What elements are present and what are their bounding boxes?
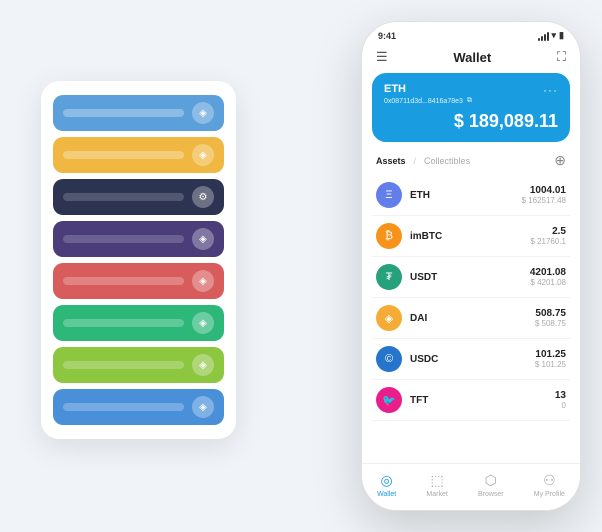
phone-mockup: 9:41 ▾ ▮ ☰ Wallet ⛶ ··· ETH 0x08711d3d..… bbox=[361, 21, 581, 511]
nav-browser[interactable]: ⬡ Browser bbox=[478, 472, 504, 498]
page-title: Wallet bbox=[453, 50, 491, 65]
profile-nav-icon: ⚇ bbox=[543, 472, 556, 489]
asset-name-usdt: USDT bbox=[410, 272, 530, 283]
wallet-nav-icon: ◎ bbox=[381, 472, 393, 489]
signal-icon bbox=[538, 31, 549, 41]
profile-nav-label: My Profile bbox=[534, 491, 565, 498]
status-bar: 9:41 ▾ ▮ bbox=[362, 22, 580, 45]
eth-card-balance: $ 189,089.11 bbox=[384, 111, 558, 132]
asset-amounts-usdt: 4201.08 $ 4201.08 bbox=[530, 267, 566, 287]
stack-card-icon-4: ◈ bbox=[192, 270, 214, 292]
stack-card-2[interactable]: ⚙ bbox=[53, 179, 224, 215]
asset-icon-usdt: ₮ bbox=[376, 264, 402, 290]
stack-card-1[interactable]: ◈ bbox=[53, 137, 224, 173]
asset-name-eth: ETH bbox=[410, 190, 522, 201]
asset-icon-usdc: © bbox=[376, 346, 402, 372]
card-stack: ◈ ◈ ⚙ ◈ ◈ ◈ ◈ ◈ bbox=[41, 81, 236, 439]
tab-collectibles[interactable]: Collectibles bbox=[424, 156, 470, 166]
status-icons: ▾ ▮ bbox=[538, 30, 564, 41]
nav-market[interactable]: ⬚ Market bbox=[426, 472, 447, 498]
asset-item-usdt[interactable]: ₮ USDT 4201.08 $ 4201.08 bbox=[372, 257, 570, 298]
tab-divider: / bbox=[414, 156, 417, 166]
browser-nav-label: Browser bbox=[478, 491, 504, 498]
asset-icon-tft: 🐦 bbox=[376, 387, 402, 413]
asset-amount-main: 2.5 bbox=[530, 226, 566, 237]
asset-name-tft: TFT bbox=[410, 395, 555, 406]
asset-amounts-imbtc: 2.5 $ 21760.1 bbox=[530, 226, 566, 246]
assets-tabs: Assets / Collectibles bbox=[376, 156, 470, 166]
wifi-icon: ▾ bbox=[552, 30, 557, 41]
asset-amount-main: 1004.01 bbox=[522, 185, 567, 196]
asset-amount-usd: $ 4201.08 bbox=[530, 278, 566, 287]
asset-amounts-usdc: 101.25 $ 101.25 bbox=[535, 349, 566, 369]
stack-card-7[interactable]: ◈ bbox=[53, 389, 224, 425]
asset-icon-dai: ◈ bbox=[376, 305, 402, 331]
eth-card[interactable]: ··· ETH 0x08711d3d...8416a78e3 ⧉ $ 189,0… bbox=[372, 73, 570, 142]
menu-icon[interactable]: ☰ bbox=[376, 49, 388, 65]
eth-card-currency: ETH bbox=[384, 83, 558, 95]
nav-wallet[interactable]: ◎ Wallet bbox=[377, 472, 396, 498]
asset-item-dai[interactable]: ◈ DAI 508.75 $ 508.75 bbox=[372, 298, 570, 339]
expand-icon[interactable]: ⛶ bbox=[557, 49, 566, 65]
stack-card-icon-1: ◈ bbox=[192, 144, 214, 166]
asset-amount-main: 101.25 bbox=[535, 349, 566, 360]
asset-item-usdc[interactable]: © USDC 101.25 $ 101.25 bbox=[372, 339, 570, 380]
stack-card-5[interactable]: ◈ bbox=[53, 305, 224, 341]
tab-assets[interactable]: Assets bbox=[376, 156, 406, 166]
asset-item-tft[interactable]: 🐦 TFT 13 0 bbox=[372, 380, 570, 421]
eth-card-menu[interactable]: ··· bbox=[543, 83, 558, 97]
stack-card-icon-7: ◈ bbox=[192, 396, 214, 418]
asset-amount-usd: 0 bbox=[555, 401, 566, 410]
stack-card-icon-0: ◈ bbox=[192, 102, 214, 124]
market-nav-label: Market bbox=[426, 491, 447, 498]
stack-card-6[interactable]: ◈ bbox=[53, 347, 224, 383]
browser-nav-icon: ⬡ bbox=[485, 472, 497, 489]
wallet-nav-label: Wallet bbox=[377, 491, 396, 498]
asset-amount-usd: $ 162517.48 bbox=[522, 196, 567, 205]
add-asset-button[interactable]: ⊕ bbox=[554, 152, 566, 169]
asset-name-dai: DAI bbox=[410, 313, 535, 324]
asset-name-usdc: USDC bbox=[410, 354, 535, 365]
asset-item-eth[interactable]: Ξ ETH 1004.01 $ 162517.48 bbox=[372, 175, 570, 216]
stack-card-3[interactable]: ◈ bbox=[53, 221, 224, 257]
asset-amount-usd: $ 508.75 bbox=[535, 319, 566, 328]
phone-header: ☰ Wallet ⛶ bbox=[362, 45, 580, 73]
nav-profile[interactable]: ⚇ My Profile bbox=[534, 472, 565, 498]
eth-card-address: 0x08711d3d...8416a78e3 ⧉ bbox=[384, 97, 558, 105]
status-time: 9:41 bbox=[378, 31, 396, 41]
asset-name-imbtc: imBTC bbox=[410, 231, 530, 242]
bottom-nav: ◎ Wallet ⬚ Market ⬡ Browser ⚇ My Profile bbox=[362, 463, 580, 510]
asset-amount-main: 508.75 bbox=[535, 308, 566, 319]
asset-icon-imbtc: ₿ bbox=[376, 223, 402, 249]
stack-card-4[interactable]: ◈ bbox=[53, 263, 224, 299]
stack-card-0[interactable]: ◈ bbox=[53, 95, 224, 131]
market-nav-icon: ⬚ bbox=[430, 472, 443, 489]
asset-amount-usd: $ 101.25 bbox=[535, 360, 566, 369]
stack-card-icon-5: ◈ bbox=[192, 312, 214, 334]
stack-card-icon-6: ◈ bbox=[192, 354, 214, 376]
asset-amount-usd: $ 21760.1 bbox=[530, 237, 566, 246]
scene: ◈ ◈ ⚙ ◈ ◈ ◈ ◈ ◈ 9:41 bbox=[21, 21, 581, 511]
battery-icon: ▮ bbox=[559, 30, 564, 41]
asset-amounts-dai: 508.75 $ 508.75 bbox=[535, 308, 566, 328]
assets-header: Assets / Collectibles ⊕ bbox=[362, 150, 580, 175]
stack-card-icon-3: ◈ bbox=[192, 228, 214, 250]
asset-amount-main: 4201.08 bbox=[530, 267, 566, 278]
asset-amount-main: 13 bbox=[555, 390, 566, 401]
asset-item-imbtc[interactable]: ₿ imBTC 2.5 $ 21760.1 bbox=[372, 216, 570, 257]
asset-list: Ξ ETH 1004.01 $ 162517.48 ₿ imBTC 2.5 $ … bbox=[362, 175, 580, 463]
asset-icon-eth: Ξ bbox=[376, 182, 402, 208]
asset-amounts-tft: 13 0 bbox=[555, 390, 566, 410]
asset-amounts-eth: 1004.01 $ 162517.48 bbox=[522, 185, 567, 205]
stack-card-icon-2: ⚙ bbox=[192, 186, 214, 208]
